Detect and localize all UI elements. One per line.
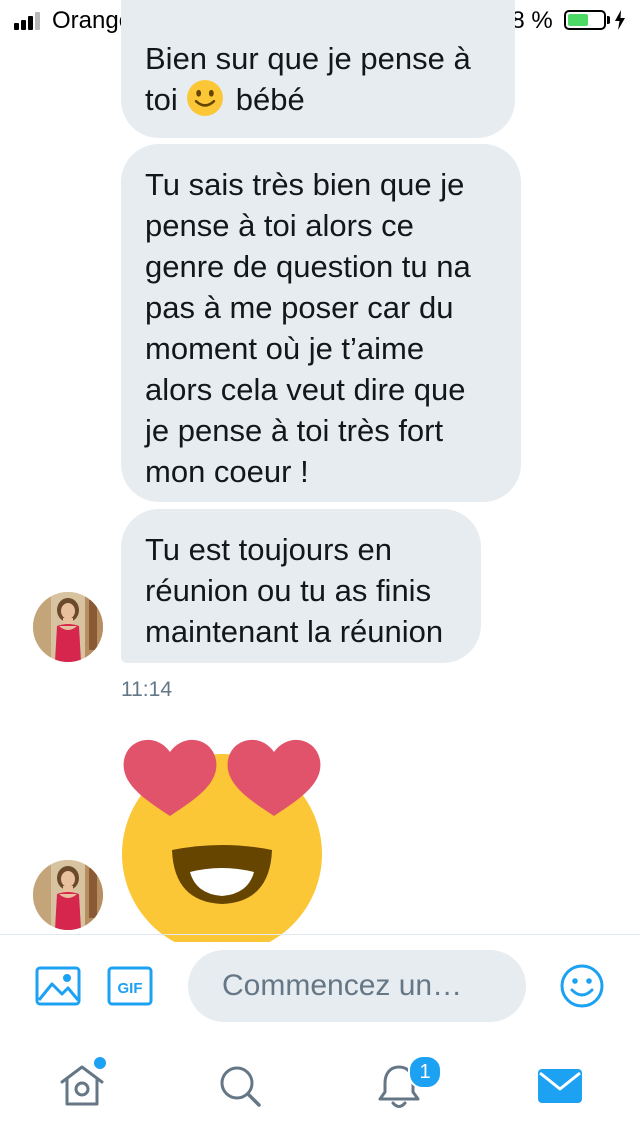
battery-tip: [607, 16, 610, 24]
composer-divider: [0, 934, 640, 935]
search-icon[interactable]: [214, 1060, 266, 1112]
message-bubble[interactable]: Tu est toujours en réunion ou tu as fini…: [121, 509, 481, 663]
message-text-suffix: bébé: [235, 82, 305, 117]
home-new-content-dot: [92, 1055, 108, 1071]
messages-envelope-icon[interactable]: [534, 1060, 586, 1112]
message-bubble[interactable]: Tu sais très bien que je pense à toi alo…: [121, 144, 521, 502]
image-icon[interactable]: [34, 962, 82, 1010]
message-text: Tu sais très bien que je pense à toi alo…: [145, 167, 471, 489]
contact-avatar[interactable]: [33, 592, 103, 662]
emoji-picker-icon[interactable]: [558, 962, 606, 1010]
battery-level-fill: [568, 14, 588, 26]
message-input[interactable]: [188, 950, 526, 1022]
heart-eyes-emoji-icon: [122, 739, 322, 942]
charging-bolt-icon: [615, 10, 625, 30]
gif-label: GIF: [118, 980, 143, 997]
message-text: Tu est toujours en réunion ou tu as fini…: [145, 532, 444, 649]
message-timestamp: 11:14: [121, 678, 172, 701]
notifications-badge: 1: [408, 1055, 442, 1089]
gif-icon[interactable]: GIF: [106, 962, 154, 1010]
dm-conversation-screen: Orange F 4G 11:27 58 % Bien sur que je p…: [0, 0, 640, 1136]
battery-icon: [564, 10, 606, 30]
slightly-smiling-face-icon: [186, 80, 223, 116]
message-bubble[interactable]: Bien sur que je pense à toi bébé: [121, 0, 515, 138]
contact-avatar[interactable]: [33, 860, 103, 930]
